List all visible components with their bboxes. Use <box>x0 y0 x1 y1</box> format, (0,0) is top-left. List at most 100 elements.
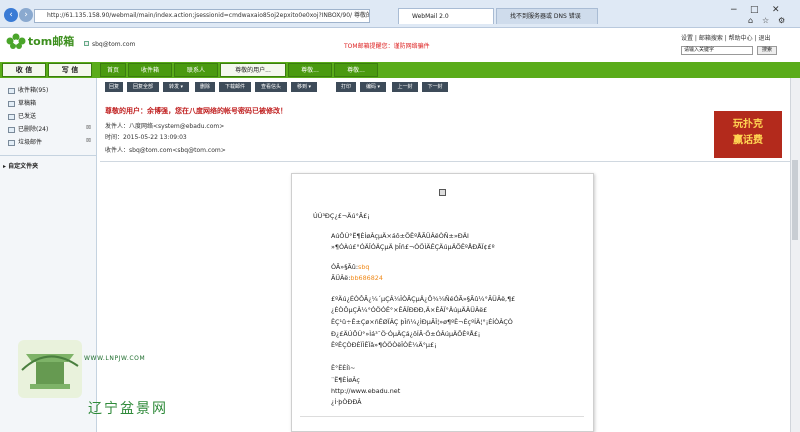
username-label: ÓÃ»§Ãû: <box>331 263 358 271</box>
forward-button[interactable]: 转发 ▾ <box>163 82 189 92</box>
to-label: 收件人： <box>105 147 130 154</box>
watermark-url: WWW.LNPJW.COM <box>84 355 146 362</box>
home-icon[interactable]: ⌂ <box>748 16 753 25</box>
password-value: bb686824 <box>350 274 383 282</box>
print-button[interactable]: 打印 <box>336 82 356 92</box>
sidebar-item-label: 垃圾邮件 <box>18 139 43 146</box>
forward-icon[interactable]: › <box>19 8 33 22</box>
tab-message-1[interactable]: 尊敬的用户... <box>220 63 286 77</box>
sidebar-item-count: (24) <box>36 126 49 133</box>
tab-home[interactable]: 首页 <box>100 63 126 77</box>
write-label: 写 信 <box>61 66 79 74</box>
delete-button[interactable]: 删除 <box>195 82 215 92</box>
receive-button[interactable]: 收 信 <box>2 63 46 77</box>
tab-message-3[interactable]: 尊敬... <box>334 63 378 77</box>
ad-line-2: 赢话费 <box>733 135 763 146</box>
reply-button[interactable]: 回复 <box>105 82 123 92</box>
body-line: AúÔÚ°Ë¶ÈÍøÂçµÄ×áô±ÕÊºÅÃÜÂëÒÑ±»Ð­ÄI <box>331 232 469 240</box>
sidebar-item-deleted[interactable]: 已删除(24) <box>8 124 48 133</box>
back-icon[interactable]: ‹ <box>4 8 18 22</box>
broken-image-icon <box>439 189 446 196</box>
custom-folders-label: 自定文件夹 <box>8 163 39 170</box>
tab-inbox[interactable]: 收件箱 <box>128 63 172 77</box>
body-footer: ¿Í·þÒÐÐÂ <box>331 398 362 406</box>
move-to-button[interactable]: 移到 ▾ <box>291 82 317 92</box>
message-time: 时间：2015-05-22 13:09:03 <box>105 132 187 141</box>
star-icon[interactable]: ☆ <box>762 16 769 25</box>
view-header-button[interactable]: 查看信头 <box>255 82 287 92</box>
message-subject: 尊敬的用户：余博强，您在八度网络的帐号密码已被修改！ <box>105 107 287 115</box>
minimize-icon[interactable]: − <box>730 5 738 15</box>
header-divider <box>100 161 792 162</box>
body-greeting: ÚÚ³ÐÇ¿£¬Äú°Ã£¡ <box>313 212 370 220</box>
time-value: 2015-05-22 13:09:03 <box>123 134 187 141</box>
trash-icon <box>8 126 15 133</box>
tab-message-2[interactable]: 尊敬... <box>288 63 332 77</box>
tab-dns-error[interactable]: 找不到服务器或 DNS 错误 <box>496 8 598 24</box>
watermark-logo <box>18 340 82 398</box>
scrollbar[interactable] <box>790 78 800 432</box>
next-button[interactable]: 下一封 <box>422 82 448 92</box>
receive-label: 收 信 <box>15 66 33 74</box>
body-divider <box>300 416 584 417</box>
empty-spam-icon[interactable]: ⊠ <box>86 137 91 144</box>
body-line: ¿ÉÒÔµÇÂ¼°ÓÖÓÊ°×ÊÂÏÐÐÐ,Ä×ÊÂÏ°ÄúµÄÂÜÂë£ <box>331 306 488 314</box>
ad-line-1: 玩扑克 <box>733 119 763 130</box>
body-link[interactable]: http://www.ebadu.net <box>331 387 400 395</box>
body-signoff: Ê°ËÈÍì~ <box>331 364 356 372</box>
logo-text: tom邮箱 <box>27 35 75 48</box>
body-line: £ºÄú¿ÉÒÔÃ¿¼´µÇÂ¼ÎÒÃÇµÄ¿Õ¾¼ÑéÓÃ»§Ãû¼°ÃÜÂë… <box>331 295 516 303</box>
search-button[interactable]: 搜索 <box>757 46 777 55</box>
tom-flower-icon <box>6 33 26 49</box>
sidebar-custom-folders[interactable]: ▸ 自定文件夹 <box>3 161 38 170</box>
sidebar-item-label: 收件箱 <box>18 87 37 94</box>
bonsai-pot-icon <box>21 354 79 389</box>
security-notice[interactable]: TOM邮箱提醒您：谨防网络骗件 <box>344 41 430 50</box>
tab-webmail[interactable]: WebMail 2.0 <box>398 8 494 24</box>
ad-banner[interactable]: 玩扑克 赢话费 <box>714 111 782 158</box>
sidebar-item-drafts[interactable]: 草稿箱 <box>8 98 36 107</box>
from-label: 发件人： <box>105 123 130 130</box>
search-input[interactable]: 请输入关键字 <box>681 46 753 55</box>
sidebar-item-label: 草稿箱 <box>18 100 37 107</box>
from-value[interactable]: 八度网络<system@ebadu.com> <box>129 123 224 130</box>
body-username-row: ÓÃ»§Ãû:sbq <box>331 263 369 271</box>
top-links[interactable]: 设置 | 邮箱搜索 | 帮助中心 | 退出 <box>681 33 771 42</box>
spam-icon <box>8 139 15 146</box>
sidebar-item-spam[interactable]: 垃圾邮件 <box>8 137 42 146</box>
close-icon[interactable]: ✕ <box>772 5 780 15</box>
maximize-icon[interactable]: □ <box>750 5 759 15</box>
gear-icon[interactable]: ⚙ <box>778 16 785 25</box>
previous-button[interactable]: 上一封 <box>392 82 418 92</box>
body-password-row: ÃÜÂë:bb686824 <box>331 274 383 282</box>
message-from: 发件人：八度网络<system@ebadu.com> <box>105 121 224 130</box>
to-value[interactable]: sbq@tom.com<sbq@tom.com> <box>129 147 226 154</box>
body-line: ÊÇ¹û÷Ê±Çø×ñÊØÏÂÇ þÎñ¼¿ÌÐµÃ­Î¦»ø¶ºÊ¬ÉçºÍÄ… <box>331 318 513 326</box>
current-user: sbq@tom.com <box>92 41 136 48</box>
sidebar-item-label: 已发送 <box>18 113 37 120</box>
tom-logo[interactable]: tom邮箱 <box>6 33 74 49</box>
reply-all-button[interactable]: 回复全部 <box>127 82 159 92</box>
encoding-button[interactable]: 编码 ▾ <box>360 82 386 92</box>
inbox-icon <box>8 87 15 94</box>
user-icon <box>84 41 89 46</box>
scrollbar-thumb[interactable] <box>792 160 798 240</box>
empty-trash-icon[interactable]: ⊠ <box>86 124 91 131</box>
sidebar-divider <box>0 155 97 156</box>
password-label: ÃÜÂë: <box>331 274 351 282</box>
download-button[interactable]: 下载邮件 <box>219 82 251 92</box>
sidebar-item-sent[interactable]: 已发送 <box>8 111 36 120</box>
sidebar-item-label: 已删除 <box>18 126 37 133</box>
address-bar[interactable]: http://61.135.158.90/webmail/main/index.… <box>34 9 370 23</box>
time-label: 时间： <box>105 134 124 141</box>
watermark-title: 辽宁盆景网 <box>88 401 168 417</box>
write-button[interactable]: 写 信 <box>48 63 92 77</box>
drafts-icon <box>8 100 15 107</box>
tab-contacts[interactable]: 联系人 <box>174 63 218 77</box>
sidebar-item-count: (95) <box>36 87 49 94</box>
sidebar-item-inbox[interactable]: 收件箱(95) <box>8 85 48 94</box>
message-to: 收件人：sbq@tom.com<sbq@tom.com> <box>105 145 226 154</box>
username-value: sbq <box>357 263 370 271</box>
body-line: ÊºÊÇÒÐÈÏÌÊÏâ»¶ÓÖÒëÎÒÊ¼Ä°µ£¡ <box>331 341 437 349</box>
body-line: »¶ÓÀú£°ÓÄÎÓÄÇµÄ þÎñ£¬ÓÖÌÄÊÇÄúµÄÕÊºÅÐÅÏ¢£… <box>331 243 495 251</box>
